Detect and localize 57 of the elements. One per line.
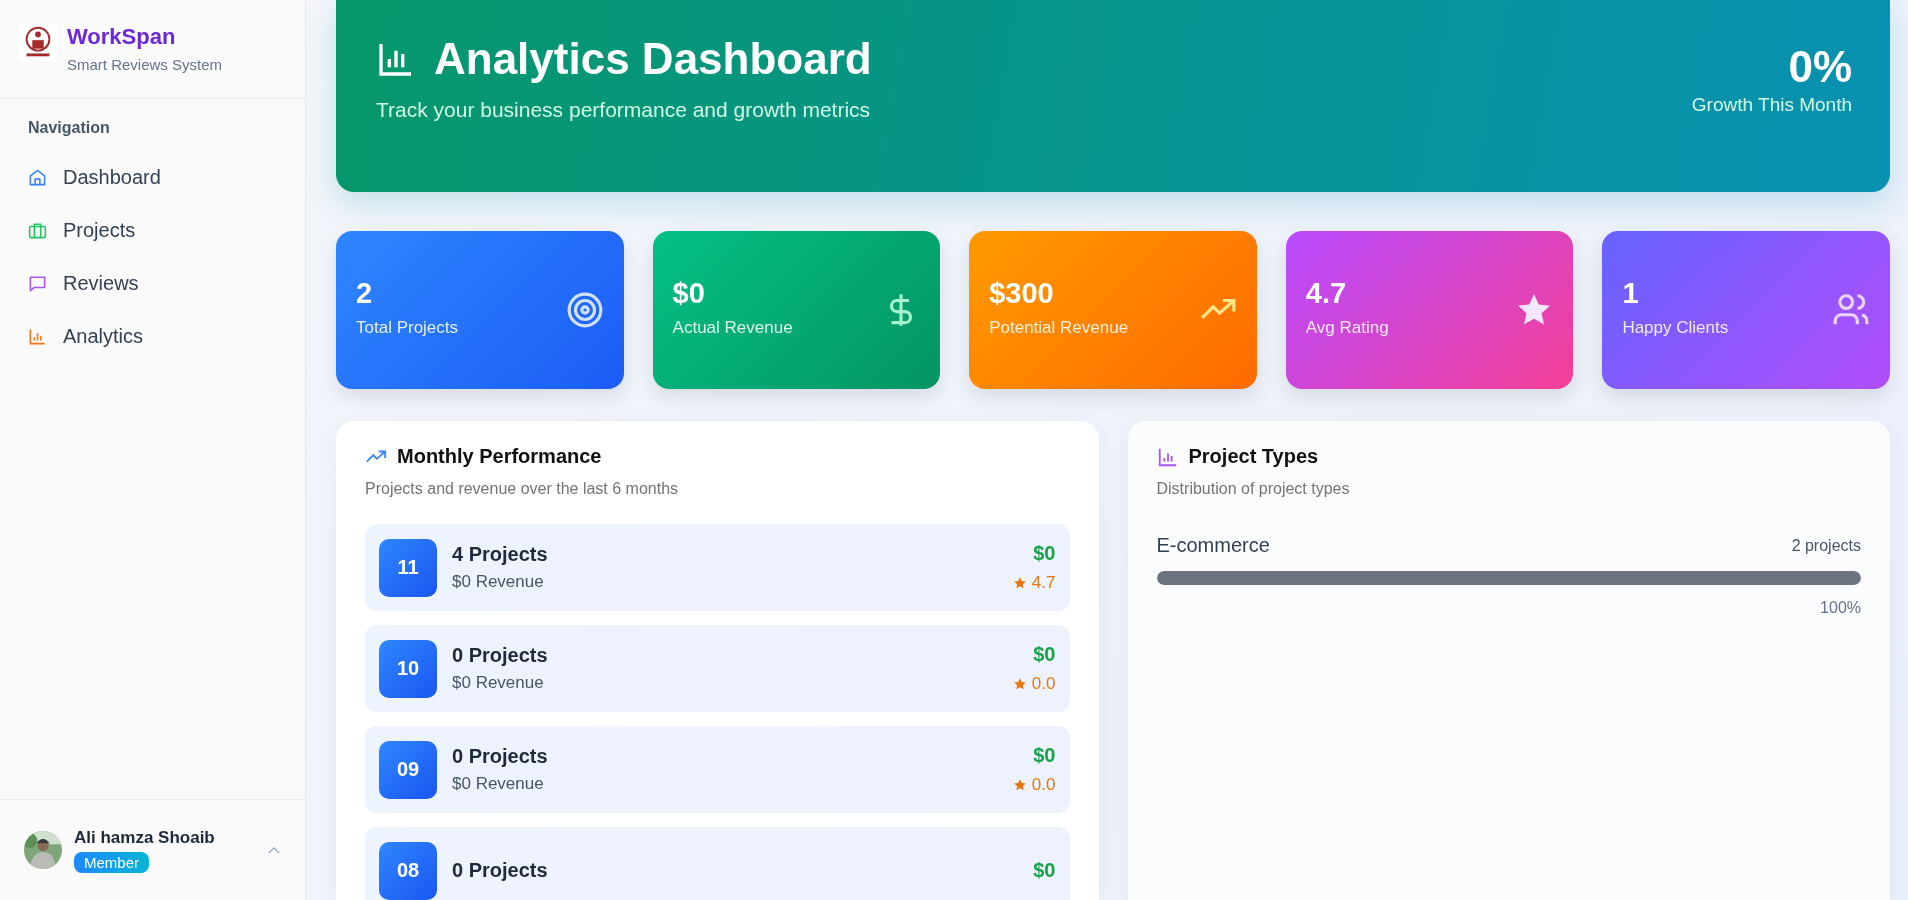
rating-value: 0.0 [1031,775,1056,795]
month-badge: 10 [379,639,437,698]
month-badge: 09 [379,740,437,799]
stat-value: $0 [672,276,706,310]
star-icon [1012,778,1027,792]
chat-icon [28,274,47,293]
chevron-up-icon[interactable] [267,845,281,855]
growth-value: 0% [1788,42,1852,92]
stat-value: 1 [1622,276,1640,310]
nav-item[interactable]: Analytics [28,310,289,363]
nav-item[interactable]: Projects [28,204,289,257]
rating-value: 0.0 [1031,674,1056,694]
brand-tagline: Smart Reviews System [67,56,223,73]
nav-item[interactable]: Dashboard [28,151,289,204]
project-count: 0 Projects [452,644,549,667]
type-count: 2 projects [1791,536,1861,555]
panel-title: Monthly Performance [397,445,602,468]
stat-value: $300 [989,276,1055,310]
type-name: E-commerce [1156,534,1270,557]
nav-section-label: Navigation [28,119,111,137]
revenue-amount: $0 [1033,542,1056,565]
user-name: Ali hamza Shoaib [74,827,215,848]
stat-value: 2 [356,276,374,310]
bar-chart-icon [28,327,47,346]
stat-label: Happy Clients [1622,317,1729,338]
revenue-amount: $0 [1033,859,1056,882]
nav-item[interactable]: Reviews [28,257,289,310]
home-icon [28,168,47,187]
role-badge: Member [74,851,149,873]
stat-label: Actual Revenue [672,317,793,338]
page-subtitle: Track your business performance and growth metrics [376,98,872,122]
revenue-amount: $0 [1033,643,1056,666]
star-icon [1012,576,1027,590]
panel-subtitle: Projects and revenue over the last 6 months [365,480,680,498]
brand-name: WorkSpan [67,24,177,50]
revenue-text: $0 Revenue [452,572,545,592]
project-count: 4 Projects [452,543,549,566]
month-badge: 11 [379,538,437,597]
revenue-text: $0 Revenue [452,673,545,693]
revenue-text: $0 Revenue [452,774,545,794]
panel-title: Project Types [1188,445,1319,468]
growth-label: Growth This Month [1691,94,1852,116]
project-count: 0 Projects [452,745,549,768]
rating-value: 4.7 [1031,573,1056,593]
stat-label: Potential Revenue [989,317,1129,338]
page-title: Analytics Dashboard [434,34,872,84]
briefcase-icon [28,221,47,240]
revenue-amount: $0 [1033,744,1056,767]
stat-label: Avg Rating [1305,317,1389,338]
stat-value: 4.7 [1305,276,1348,310]
month-badge: 08 [379,841,437,900]
star-icon [1012,677,1027,691]
panel-subtitle: Distribution of project types [1156,480,1351,498]
project-count: 0 Projects [452,859,549,882]
target-icon [565,291,604,329]
stat-label: Total Projects [356,317,459,338]
type-percent: 100% [1820,599,1861,617]
